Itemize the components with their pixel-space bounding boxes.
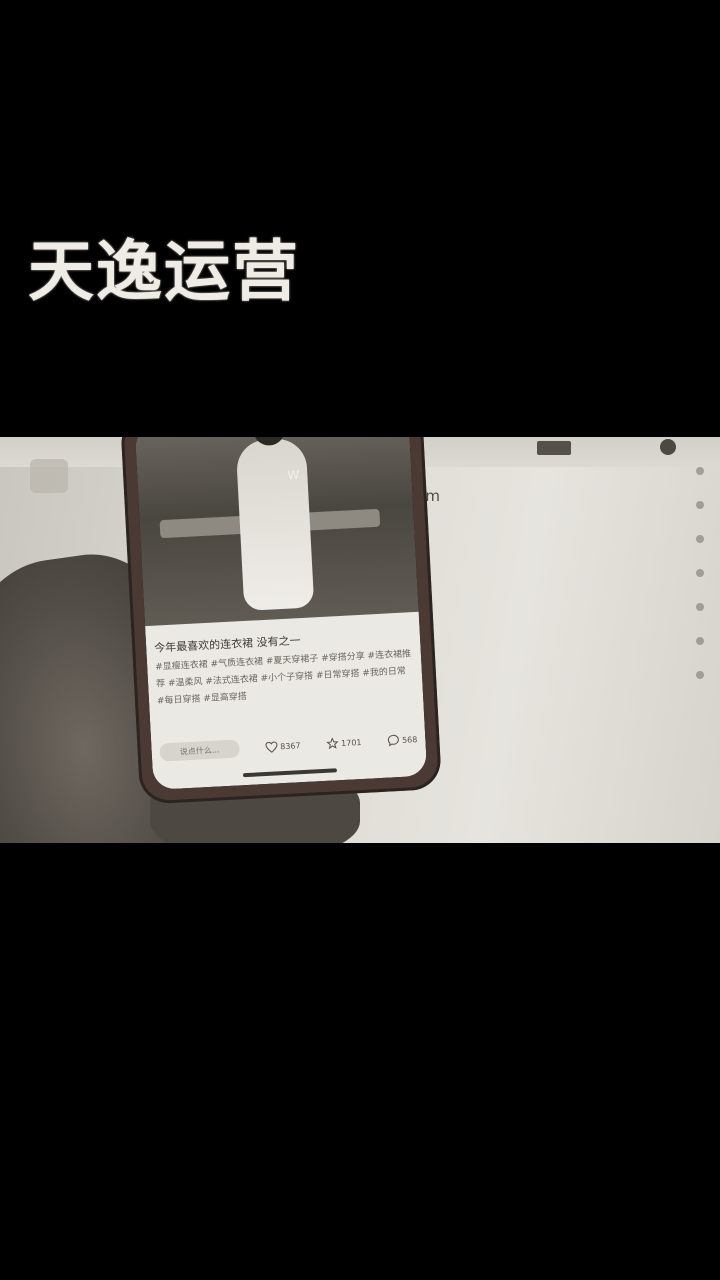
like-count: 8367 <box>279 740 301 751</box>
monitor-logo <box>30 459 68 493</box>
video-stage: 天逸运营 com W <box>0 0 720 1280</box>
sidebar-dot <box>696 671 704 679</box>
overlay-title: 天逸运营 <box>28 233 300 310</box>
collect-button[interactable]: 1701 <box>325 736 362 750</box>
monitor-avatar <box>660 439 676 455</box>
home-indicator[interactable] <box>242 768 337 778</box>
sidebar-dot <box>696 603 704 611</box>
comment-button[interactable]: 568 <box>387 733 418 747</box>
star-icon <box>325 737 339 750</box>
phone: W 今年最喜欢的连衣裙 没有之一 #显瘦连衣裙 #气质连衣裙 #夏天穿裙子 #穿… <box>120 437 442 805</box>
action-row: 说点什么... 8367 1701 568 <box>159 728 418 763</box>
comment-count: 568 <box>401 734 418 745</box>
sidebar-dot <box>696 535 704 543</box>
like-button[interactable]: 8367 <box>265 740 301 753</box>
phone-screen: W 今年最喜欢的连衣裙 没有之一 #显瘦连衣裙 #气质连衣裙 #夏天穿裙子 #穿… <box>134 437 428 790</box>
post-tags[interactable]: #显瘦连衣裙 #气质连衣裙 #夏天穿裙子 #穿搭分享 #连衣裙推荐 #温柔风 #… <box>155 646 416 727</box>
comment-icon <box>387 734 399 747</box>
monitor-badge <box>537 441 571 455</box>
sidebar-dot <box>696 637 704 645</box>
photo-person <box>235 437 315 611</box>
photo-watermark: W <box>287 467 300 483</box>
post-panel: 今年最喜欢的连衣裙 没有之一 #显瘦连衣裙 #气质连衣裙 #夏天穿裙子 #穿搭分… <box>145 611 428 790</box>
post-photo[interactable]: W <box>134 437 419 632</box>
comment-input[interactable]: 说点什么... <box>159 739 241 762</box>
sidebar-dot <box>696 501 704 509</box>
sidebar-dot <box>696 569 704 577</box>
video-frame[interactable]: com W 今年最喜欢的连衣裙 没有之一 #显瘦连衣裙 #气质连衣裙 #夏天穿裙… <box>0 437 720 843</box>
monitor-right-sidebar <box>696 467 710 837</box>
heart-icon <box>265 741 278 753</box>
collect-count: 1701 <box>340 737 362 748</box>
sidebar-dot <box>696 467 704 475</box>
